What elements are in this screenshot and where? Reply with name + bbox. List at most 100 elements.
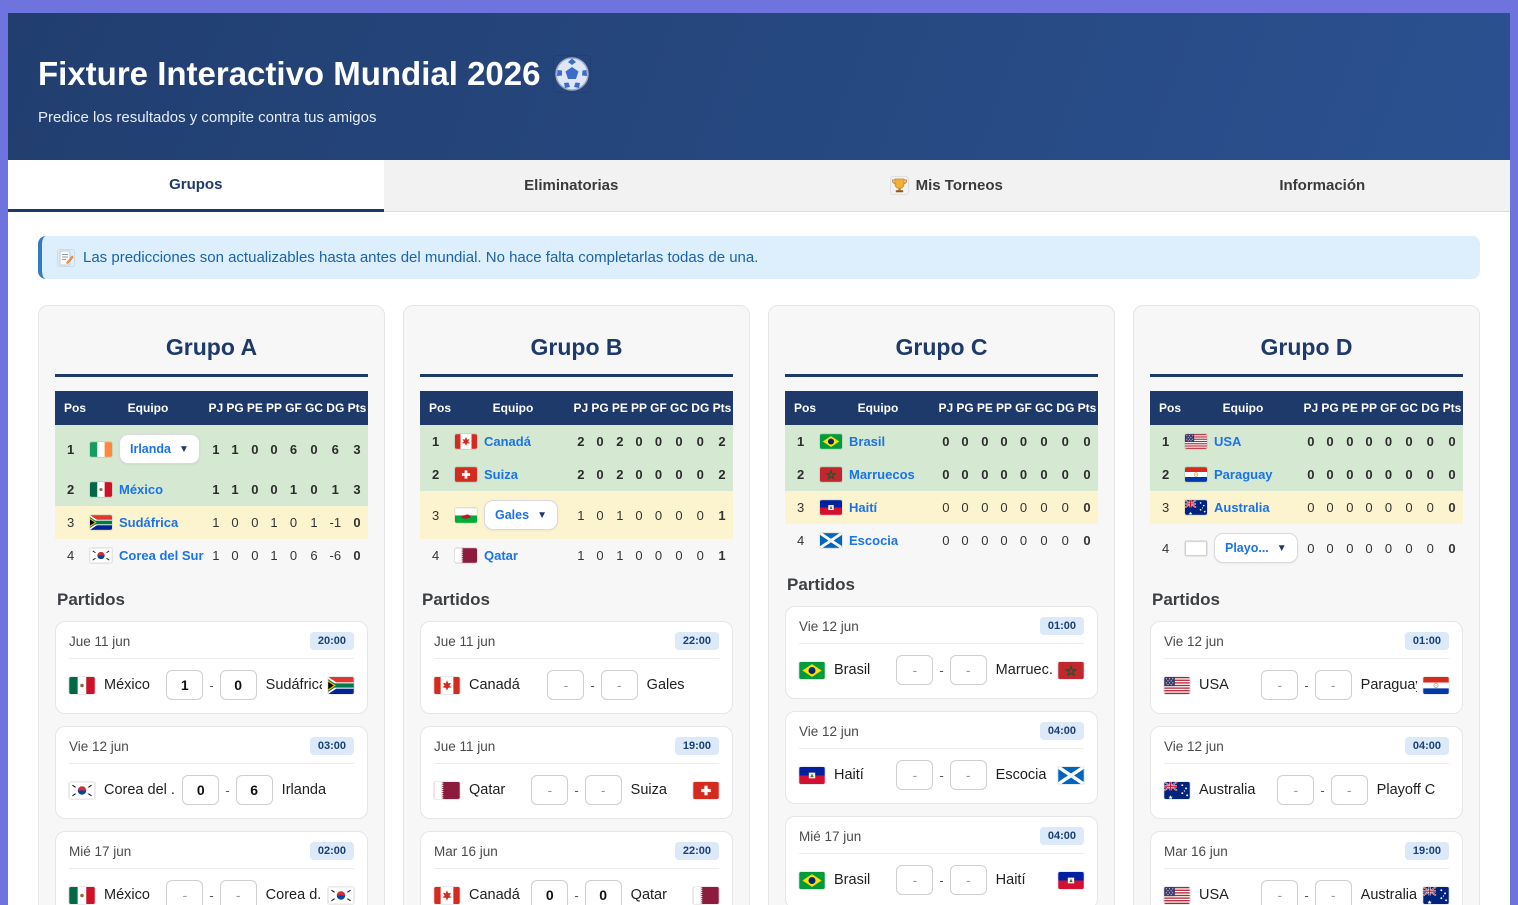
page-subtitle: Predice los resultados y compite contra … [38,109,1480,126]
team-link[interactable]: Sudáfrica [119,515,178,530]
away-score-input[interactable] [950,865,987,895]
stat-cell: 0 [245,539,264,572]
away-score-input[interactable] [220,880,257,905]
team-link[interactable]: Suiza [484,467,518,482]
points-cell: 2 [711,458,733,491]
match-time-badge: 01:00 [1040,617,1084,635]
flag-wls-icon [455,508,477,523]
stat-cell: 0 [1359,458,1378,491]
home-score-input[interactable] [896,655,933,685]
app-header: Fixture Interactivo Mundial 2026 Predice… [8,13,1510,160]
home-score-input[interactable] [531,775,568,805]
away-score-input[interactable] [236,775,273,805]
stat-cell: 0 [649,491,669,539]
team-link[interactable]: Brasil [849,434,885,449]
standings-header: PosEquipoPJPGPEPPGFGCDGPts [1150,391,1463,425]
team-cell: Marruecos [819,458,937,491]
team-cell-content: México [90,482,206,497]
score-separator: - [209,888,213,903]
flag-mx-icon [90,482,112,497]
away-team-name: Sudáfrica [266,677,322,693]
stat-cell: 0 [590,425,611,458]
team-link[interactable]: Qatar [484,548,518,563]
match-body: México-Corea d... [69,880,354,905]
column-header: PE [610,391,629,425]
points-cell: 0 [1076,458,1098,491]
team-link[interactable]: Australia [1214,500,1270,515]
match-body: Canadá-Gales [434,670,719,700]
away-score-input[interactable] [950,760,987,790]
team-select-dropdown[interactable]: Playo...▼ [1214,533,1298,563]
home-score-input[interactable] [166,880,203,905]
team-link[interactable]: USA [1214,434,1241,449]
away-score-input[interactable] [220,670,257,700]
team-link[interactable]: Haití [849,500,877,515]
stat-cell: 0 [690,539,711,572]
stat-cell: 2 [610,425,629,458]
table-row: 2México11001013 [55,473,368,506]
away-team-name: Gales [647,677,719,693]
flag-ca-icon [434,677,460,694]
stat-cell: 0 [1014,491,1034,524]
column-header: PP [994,391,1013,425]
stat-cell: 0 [1033,458,1054,491]
team-select-dropdown[interactable]: Irlanda▼ [119,434,200,464]
stat-cell: 0 [1055,425,1076,458]
home-score-input[interactable] [1261,880,1298,905]
team-select-dropdown[interactable]: Gales▼ [484,500,558,530]
table-row: 3Haití00000000 [785,491,1098,524]
stat-cell: 2 [610,458,629,491]
match-time-badge: 03:00 [310,737,354,755]
flag-placeholder-icon [1185,541,1207,556]
away-team-name: Irlanda [282,782,354,798]
flag-ht-icon [1058,872,1084,889]
stat-cell: 0 [975,458,994,491]
team-cell: Irlanda▼ [89,425,207,473]
table-row: 1USA00000000 [1150,425,1463,458]
tab-grupos[interactable]: Grupos [8,160,384,212]
away-score-input[interactable] [601,670,638,700]
table-row: 4Qatar10100001 [420,539,733,572]
away-score-input[interactable] [1315,880,1352,905]
home-score-input[interactable] [531,880,568,905]
team-cell: Paraguay [1184,458,1302,491]
away-score-input[interactable] [1315,670,1352,700]
team-link[interactable]: Paraguay [1214,467,1273,482]
away-score-input[interactable] [585,880,622,905]
team-cell: Haití [819,491,937,524]
home-score-input[interactable] [166,670,203,700]
score-separator: - [939,768,943,783]
flag-us-icon [1164,677,1190,694]
home-score-input[interactable] [547,670,584,700]
stat-cell: 0 [1302,524,1320,572]
team-link[interactable]: Marruecos [849,467,915,482]
team-link[interactable]: Canadá [484,434,531,449]
stat-cell: 1 [303,506,324,539]
home-score-input[interactable] [1277,775,1314,805]
team-cell-content: USA [1185,434,1301,449]
tab-mis-torneos[interactable]: Mis Torneos [759,160,1135,212]
tab-informacion[interactable]: Información [1135,160,1511,212]
home-score-input[interactable] [896,865,933,895]
table-row: 4Corea del Sur100106-60 [55,539,368,572]
home-score-input[interactable] [1261,670,1298,700]
table-row: 3Gales▼10100001 [420,491,733,539]
team-link[interactable]: Corea del Sur [119,548,204,563]
match-time-badge: 02:00 [310,842,354,860]
away-score-input[interactable] [585,775,622,805]
away-score-input[interactable] [1331,775,1368,805]
home-team-name: México [104,677,160,693]
home-score-input[interactable] [182,775,219,805]
group-title: Grupo D [1150,320,1463,377]
page-title-text: Fixture Interactivo Mundial 2026 [38,55,540,93]
partidos-title: Partidos [787,575,1098,595]
away-score-input[interactable] [950,655,987,685]
stat-cell: 0 [245,473,264,506]
score-separator: - [574,783,578,798]
stat-cell: 0 [668,539,689,572]
team-link[interactable]: México [119,482,163,497]
team-link[interactable]: Escocia [849,533,898,548]
flag-za-icon [90,515,112,530]
home-score-input[interactable] [896,760,933,790]
tab-eliminatorias[interactable]: Eliminatorias [384,160,760,212]
